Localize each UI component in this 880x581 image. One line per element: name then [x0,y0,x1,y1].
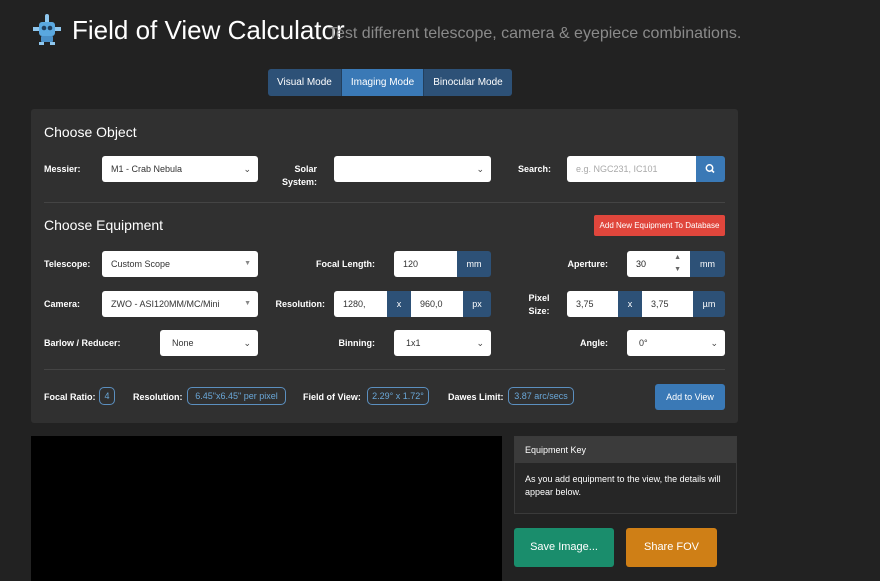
search-button[interactable] [696,156,725,182]
search-label: Search: [518,164,552,174]
page-title: Field of View Calculator [72,15,345,45]
search-input[interactable]: e.g. NGC231, IC101 [567,156,697,182]
messier-value: M1 - Crab Nebula [111,164,183,174]
logo-icon [30,13,64,47]
binning-value: 1x1 [406,338,421,348]
share-fov-button[interactable]: Share FOV [626,528,717,567]
pixel-size-x-input[interactable]: 3,75 [567,291,618,317]
chevron-down-icon: ⌄ [243,338,251,348]
field-of-view-label: Field of View: [303,392,361,402]
pixel-size-unit: µm [693,291,725,317]
choose-equipment-heading: Choose Equipment [44,217,164,233]
angle-select[interactable]: 0° ⌄ [627,330,725,356]
solar-system-select[interactable]: ⌄ [334,156,491,182]
aperture-label: Aperture: [567,259,608,269]
resolution-separator: x [387,291,411,317]
angle-label: Angle: [580,338,608,348]
aperture-unit: mm [690,251,725,277]
barlow-value: None [172,338,194,348]
pixel-size-y-input[interactable]: 3,75 [642,291,693,317]
fov-preview-canvas[interactable] [31,436,502,581]
aperture-value: 30 [636,259,647,269]
resolution-result-badge: 6.45"x6.45" per pixel [187,387,286,405]
chevron-down-icon: ⌄ [476,164,484,174]
equipment-key-header: Equipment Key [515,437,736,463]
mode-tabs: Visual Mode Imaging Mode Binocular Mode [268,69,512,96]
tab-binocular-mode[interactable]: Binocular Mode [424,69,512,96]
equipment-key-text: As you add equipment to the view, the de… [525,474,721,497]
dawes-limit-badge: 3.87 arc/secs [508,387,574,405]
camera-label: Camera: [44,299,81,309]
focal-length-input[interactable]: 120 [394,251,457,277]
binning-label: Binning: [338,338,376,348]
save-image-button[interactable]: Save Image... [514,528,614,567]
solar-label-line1: Solar [294,164,317,174]
field-of-view-badge: 2.29° x 1.72° [367,387,429,405]
stepper-down-icon[interactable]: ▼ [674,263,681,276]
angle-value: 0° [639,338,648,348]
add-new-equipment-button[interactable]: Add New Equipment To Database [594,215,725,236]
solar-label-line2: System: [281,177,317,187]
equipment-key-title: Equipment Key [525,445,587,455]
resolution-result-label: Resolution: [133,392,183,402]
chevron-down-icon: ▼ [244,300,251,307]
pixel-size-separator: x [618,291,642,317]
dawes-limit-label: Dawes Limit: [448,392,504,402]
pixel-size-label-line1: Pixel [528,293,550,303]
focal-length-label: Focal Length: [316,259,375,269]
calculator-panel: Choose Object Messier: M1 - Crab Nebula … [31,109,738,423]
telescope-label: Telescope: [44,259,91,269]
chevron-down-icon: ⌄ [476,338,484,348]
barlow-select[interactable]: None ⌄ [160,330,258,356]
chevron-down-icon: ▼ [244,260,251,267]
resolution-label: Resolution: [275,299,326,309]
chevron-down-icon: ⌄ [710,338,718,348]
camera-select[interactable]: ZWO - ASI120MM/MC/Mini ▼ [102,291,258,317]
messier-select[interactable]: M1 - Crab Nebula ⌄ [102,156,258,182]
section-divider [44,369,725,370]
resolution-y-input[interactable]: 960,0 [411,291,463,317]
pixel-size-label-line2: Size: [528,306,550,316]
equipment-key-panel: Equipment Key As you add equipment to th… [514,436,737,514]
choose-object-heading: Choose Object [44,124,137,140]
focal-ratio-badge: 4 [99,387,115,405]
binning-select[interactable]: 1x1 ⌄ [394,330,491,356]
telescope-select[interactable]: Custom Scope ▼ [102,251,258,277]
messier-label: Messier: [44,164,81,174]
page-subtitle: Test different telescope, camera & eyepi… [328,25,742,42]
add-to-view-button[interactable]: Add to View [655,384,725,410]
tab-visual-mode[interactable]: Visual Mode [268,69,342,96]
search-icon [705,164,715,174]
resolution-x-input[interactable]: 1280, [334,291,387,317]
resolution-unit: px [463,291,491,317]
barlow-label: Barlow / Reducer: [44,338,121,348]
chevron-down-icon: ⌄ [243,164,251,174]
section-divider [44,202,725,203]
telescope-value: Custom Scope [111,259,171,269]
camera-value: ZWO - ASI120MM/MC/Mini [111,299,220,309]
aperture-input[interactable]: 30 ▲ ▼ [627,251,690,277]
focal-ratio-label: Focal Ratio: [44,392,96,402]
focal-length-unit: mm [457,251,491,277]
tab-imaging-mode[interactable]: Imaging Mode [341,69,425,96]
